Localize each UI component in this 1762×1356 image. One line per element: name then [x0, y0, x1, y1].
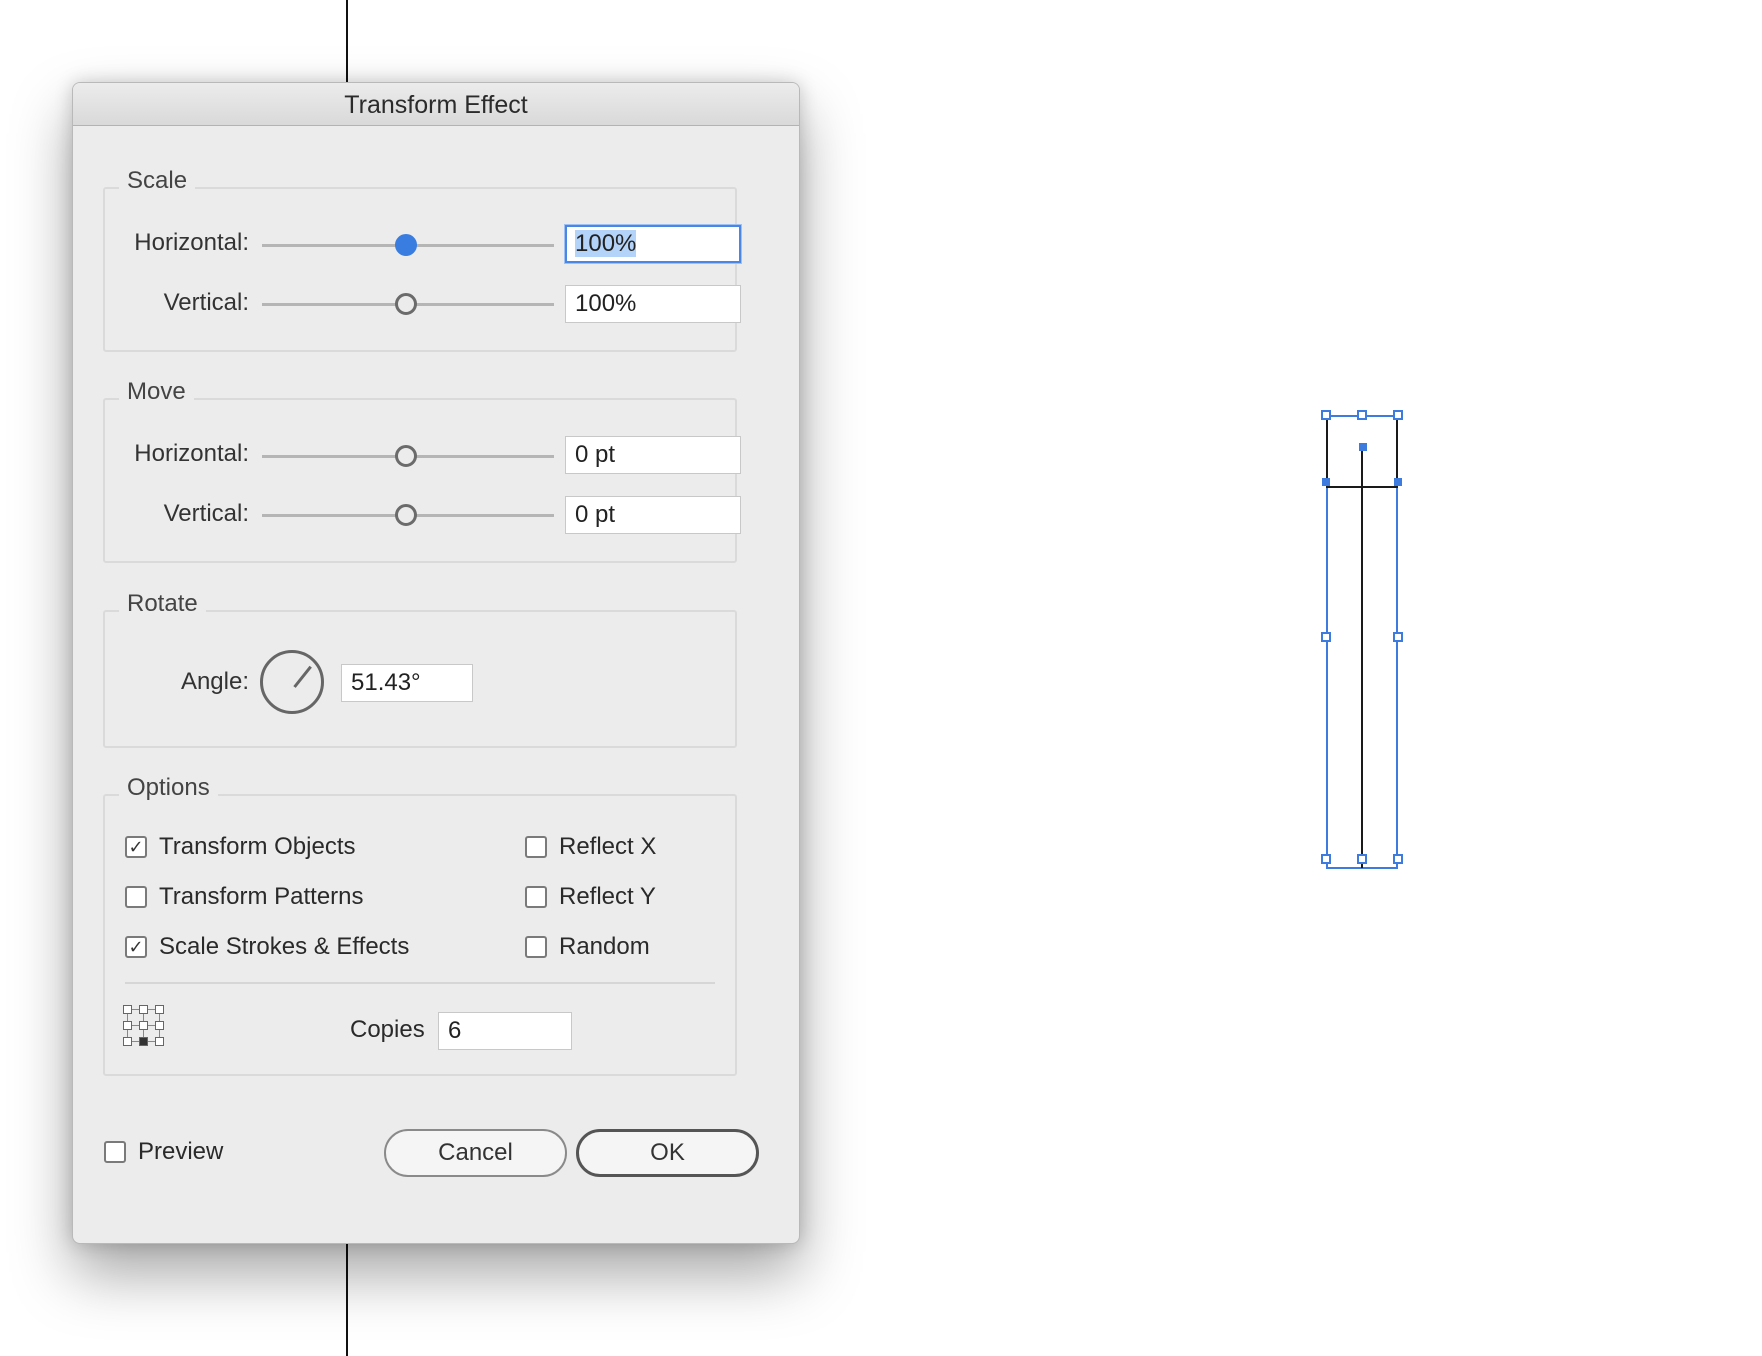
move-horizontal-slider-knob[interactable] — [395, 445, 417, 467]
canvas-path-line-top[interactable] — [346, 0, 348, 84]
resize-handle-top[interactable] — [1357, 410, 1367, 420]
ok-button[interactable]: OK — [576, 1129, 759, 1177]
random-checkbox[interactable] — [525, 936, 547, 958]
scale-strokes-checkbox[interactable]: ✓ — [125, 936, 147, 958]
angle-dial-needle — [293, 665, 312, 688]
scale-vertical-input[interactable]: 100% — [565, 285, 741, 323]
transform-objects-label[interactable]: Transform Objects — [159, 833, 356, 861]
options-divider — [125, 982, 715, 984]
reference-point-grid-icon[interactable] — [123, 1005, 164, 1046]
scale-horizontal-label: Horizontal: — [134, 229, 249, 256]
selected-object-line — [1361, 448, 1363, 868]
transform-objects-checkbox[interactable]: ✓ — [125, 836, 147, 858]
reflect-x-label[interactable]: Reflect X — [559, 833, 656, 861]
move-group-label: Move — [119, 378, 194, 406]
move-vertical-label: Vertical: — [163, 500, 249, 527]
transform-effect-dialog: Transform Effect Scale Horizontal: 100% … — [72, 82, 800, 1244]
resize-handle-top-right[interactable] — [1393, 410, 1403, 420]
scale-vertical-slider-knob[interactable] — [395, 293, 417, 315]
move-group: Move Horizontal: 0 pt Vertical: 0 pt — [103, 378, 741, 563]
resize-handle-bottom[interactable] — [1357, 854, 1367, 864]
move-horizontal-input[interactable]: 0 pt — [565, 436, 741, 474]
options-group-label: Options — [119, 774, 218, 802]
canvas-path-line-bottom[interactable] — [346, 1240, 348, 1356]
anchor-point-right[interactable] — [1394, 478, 1402, 486]
copies-label: Copies — [350, 1016, 425, 1043]
resize-handle-right[interactable] — [1393, 632, 1403, 642]
resize-handle-bottom-left[interactable] — [1321, 854, 1331, 864]
cancel-button[interactable]: Cancel — [384, 1129, 567, 1177]
reflect-x-checkbox[interactable] — [525, 836, 547, 858]
dialog-title: Transform Effect — [73, 83, 799, 126]
resize-handle-bottom-right[interactable] — [1393, 854, 1403, 864]
rotate-group: Rotate Angle: 51.43° — [103, 590, 737, 748]
angle-input[interactable]: 51.43° — [341, 664, 473, 702]
reflect-y-checkbox[interactable] — [525, 886, 547, 908]
scale-group: Scale Horizontal: 100% Vertical: 100% — [103, 167, 741, 352]
scale-horizontal-input[interactable]: 100% — [565, 225, 741, 263]
move-horizontal-label: Horizontal: — [134, 440, 249, 467]
random-label[interactable]: Random — [559, 933, 650, 961]
scale-vertical-label: Vertical: — [163, 289, 249, 316]
preview-checkbox[interactable] — [104, 1141, 126, 1163]
reflect-y-label[interactable]: Reflect Y — [559, 883, 656, 911]
options-group: Options ✓ Transform Objects Transform Pa… — [103, 774, 737, 1076]
anchor-point-left[interactable] — [1322, 478, 1330, 486]
rotate-group-label: Rotate — [119, 590, 206, 618]
copies-input[interactable]: 6 — [438, 1012, 572, 1050]
move-vertical-slider-knob[interactable] — [395, 504, 417, 526]
resize-handle-left[interactable] — [1321, 632, 1331, 642]
move-vertical-input[interactable]: 0 pt — [565, 496, 741, 534]
transform-patterns-label[interactable]: Transform Patterns — [159, 883, 364, 911]
scale-strokes-label[interactable]: Scale Strokes & Effects — [159, 933, 409, 961]
scale-horizontal-slider-knob[interactable] — [395, 234, 417, 256]
angle-label: Angle: — [180, 668, 249, 695]
resize-handle-top-left[interactable] — [1321, 410, 1331, 420]
anchor-point-center[interactable] — [1359, 443, 1367, 451]
scale-group-label: Scale — [119, 167, 196, 195]
preview-label[interactable]: Preview — [138, 1138, 223, 1166]
transform-patterns-checkbox[interactable] — [125, 886, 147, 908]
angle-dial[interactable] — [260, 650, 324, 714]
